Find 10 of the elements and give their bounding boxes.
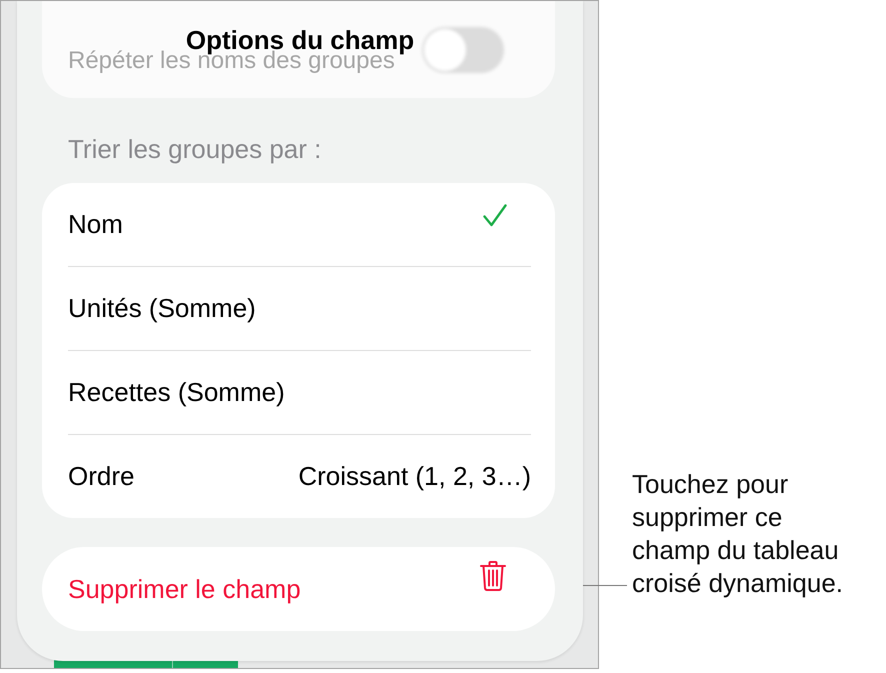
delete-field-button[interactable]: Supprimer le champ bbox=[42, 547, 555, 631]
order-label: Ordre bbox=[68, 461, 134, 492]
order-value[interactable]: Croissant (1, 2, 3…) bbox=[298, 461, 531, 492]
sort-option[interactable]: Nom bbox=[68, 183, 531, 266]
toggle-switch[interactable] bbox=[422, 27, 504, 73]
callout-text: Touchez pour supprimer ce champ du tableau croisé dynamique. bbox=[632, 468, 843, 600]
section-heading: Trier les groupes par : bbox=[68, 134, 322, 164]
sort-option[interactable]: Unités (Somme) bbox=[68, 267, 531, 350]
trash-icon bbox=[480, 561, 506, 591]
sort-option[interactable]: Recettes (Somme) bbox=[68, 351, 531, 434]
